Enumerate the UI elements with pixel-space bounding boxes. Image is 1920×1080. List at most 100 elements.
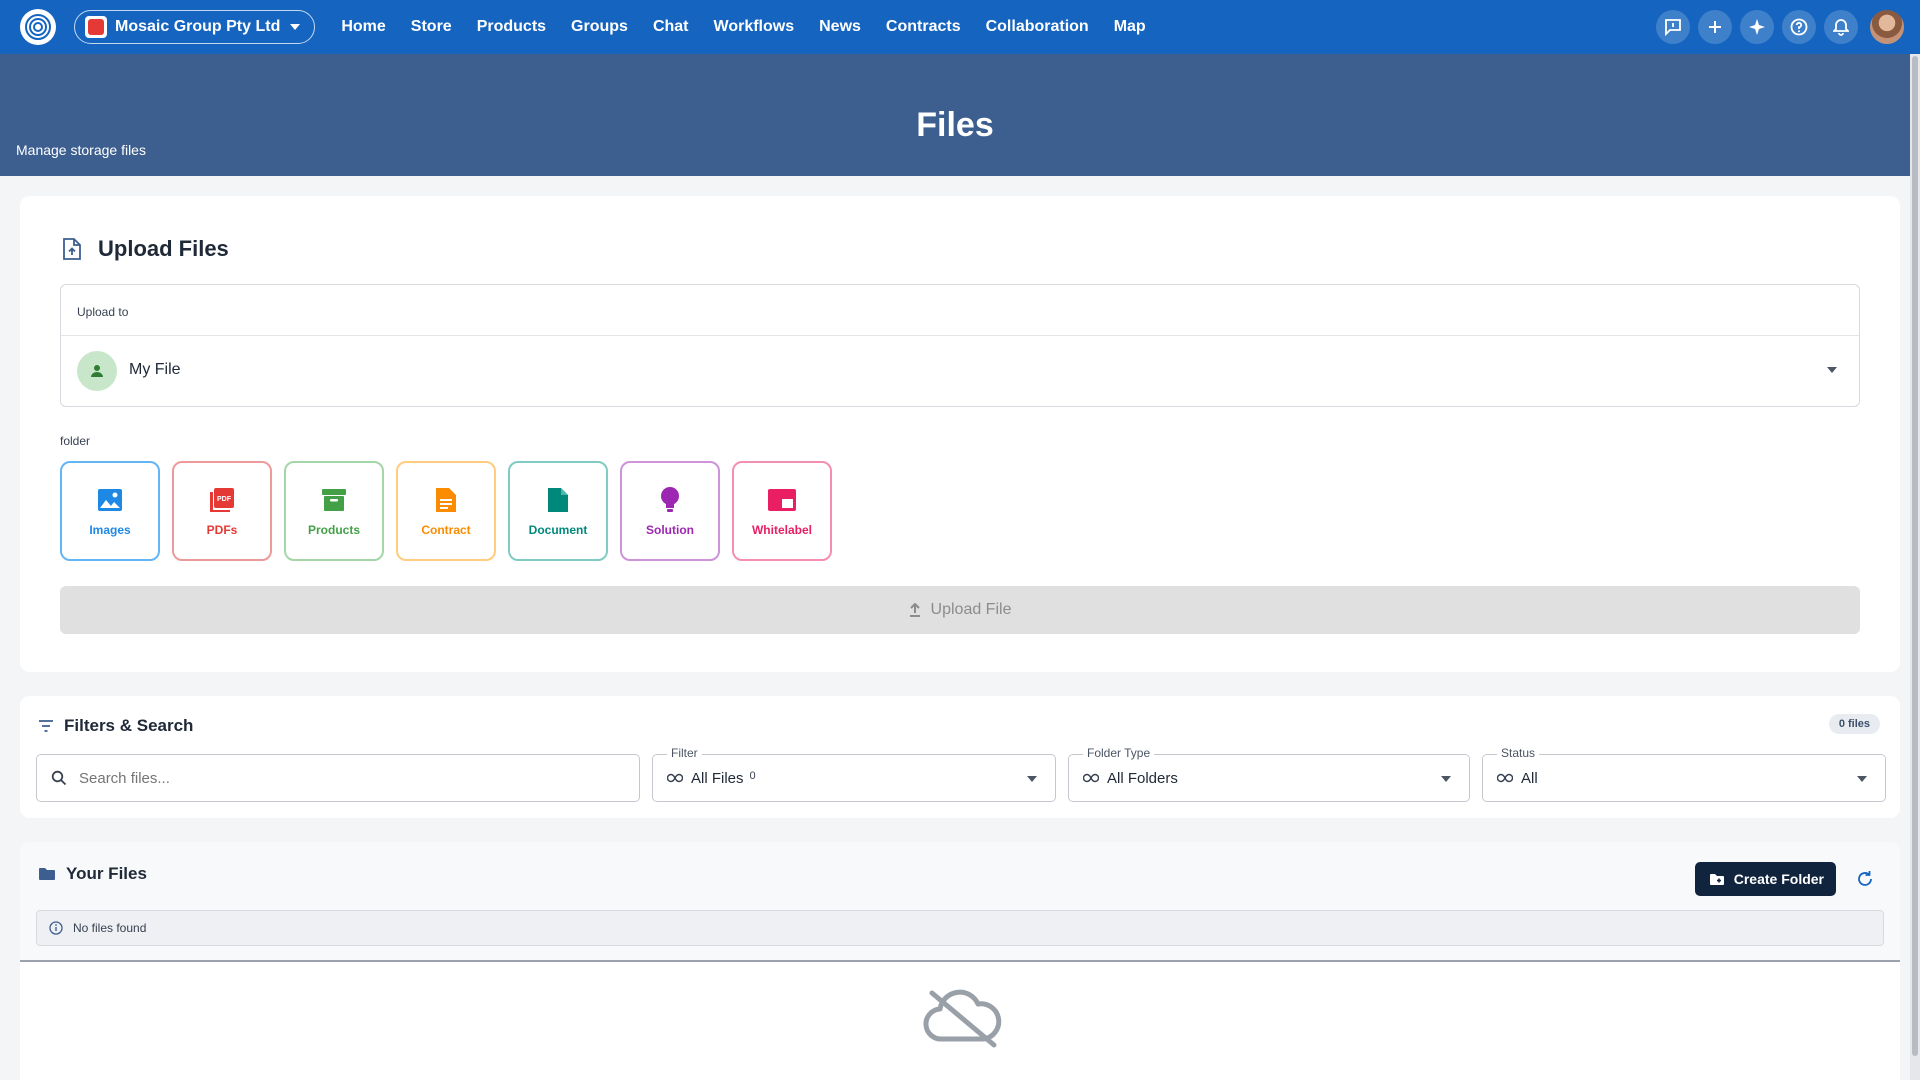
filters-card: Filters & Search 0 files Filter All File… [20, 696, 1900, 818]
help-icon[interactable] [1782, 10, 1816, 44]
nav-products[interactable]: Products [477, 18, 546, 36]
folder-label-text: Contract [421, 523, 471, 537]
user-icon [77, 351, 117, 391]
org-name: Mosaic Group Pty Ltd [115, 18, 281, 35]
create-folder-button[interactable]: Create Folder [1694, 862, 1836, 896]
upload-file-icon [63, 238, 81, 260]
branding-icon [767, 485, 797, 515]
archive-icon [319, 485, 349, 515]
org-badge-icon [85, 16, 107, 38]
folder-images[interactable]: Images [60, 461, 160, 561]
files-title-text: Your Files [66, 864, 147, 883]
folder-pdfs[interactable]: PDF PDFs [172, 461, 272, 561]
upload-destination-select[interactable]: Upload to My File [60, 284, 1860, 407]
sparkle-icon[interactable] [1740, 10, 1774, 44]
nav-map[interactable]: Map [1114, 18, 1146, 36]
filter-select-value: All Files [691, 769, 744, 787]
empty-state-message: No files found [73, 921, 147, 935]
divider [61, 335, 1859, 336]
upload-card: Upload Files Upload to My File folder Im… [20, 196, 1900, 672]
status-label: Status [1497, 746, 1540, 760]
files-title: Your Files [38, 864, 147, 884]
lightbulb-icon [655, 485, 685, 515]
folder-label-text: Document [528, 523, 588, 537]
folder-contract[interactable]: Contract [396, 461, 496, 561]
search-box[interactable] [36, 754, 640, 802]
refresh-icon[interactable] [1856, 870, 1874, 888]
nav-groups[interactable]: Groups [571, 18, 628, 36]
empty-state-alert: No files found [36, 910, 1884, 946]
folder-label-text: Products [307, 523, 360, 537]
page-title: Files [916, 106, 994, 144]
filters-title: Filters & Search [38, 716, 193, 736]
nav-actions [1648, 10, 1904, 44]
upload-file-button[interactable]: Upload File [60, 586, 1860, 634]
upload-button-label: Upload File [930, 601, 1012, 618]
infinity-icon [1083, 773, 1099, 783]
status-value: All [1521, 769, 1538, 787]
chevron-down-icon [290, 24, 301, 30]
plus-icon[interactable] [1698, 10, 1732, 44]
folder-label-text: Whitelabel [751, 523, 812, 537]
search-input[interactable] [79, 769, 599, 787]
folder-label-text: Solution [646, 523, 694, 537]
folder-icon [39, 868, 55, 880]
main-nav: Home Store Products Groups Chat Workflow… [341, 18, 1170, 36]
create-folder-label: Create Folder [1733, 871, 1824, 887]
folder-solution[interactable]: Solution [620, 461, 720, 561]
chevron-down-icon [1857, 776, 1867, 782]
app-logo[interactable] [20, 9, 56, 45]
page-header: Manage storage files Files [0, 54, 1910, 176]
nav-news[interactable]: News [819, 18, 861, 36]
bell-icon[interactable] [1824, 10, 1858, 44]
file-count-badge: 0 files [1828, 714, 1880, 734]
nav-store[interactable]: Store [411, 18, 452, 36]
files-card: Your Files Create Folder No files found [20, 842, 1900, 1080]
folder-type-label: Folder Type [1083, 746, 1155, 760]
folder-whitelabel[interactable]: Whitelabel [732, 461, 832, 561]
infinity-icon [1497, 773, 1513, 783]
folder-products[interactable]: Products [284, 461, 384, 561]
svg-text:PDF: PDF [217, 496, 232, 503]
logo-icon [25, 14, 51, 40]
document-text-icon [431, 485, 461, 515]
top-nav: Mosaic Group Pty Ltd Home Store Products… [0, 0, 1920, 54]
status-select[interactable]: Status All [1482, 746, 1886, 802]
pdf-icon: PDF [207, 485, 237, 515]
nav-contracts[interactable]: Contracts [886, 18, 961, 36]
search-icon [51, 770, 67, 786]
feedback-icon[interactable] [1656, 10, 1690, 44]
filter-select[interactable]: Filter All Files 0 [652, 746, 1056, 802]
nav-collaboration[interactable]: Collaboration [986, 18, 1089, 36]
chevron-down-icon [1441, 776, 1451, 782]
folder-type-picker: Images PDF PDFs Products Contract Docume… [60, 461, 844, 561]
files-header: Your Files Create Folder No files found [20, 842, 1900, 962]
scrollbar-thumb[interactable] [1912, 56, 1918, 1056]
cloud-off-icon [923, 989, 1002, 1048]
file-icon [543, 485, 573, 515]
filter-icon [39, 720, 53, 732]
page-scrollbar[interactable] [1910, 54, 1920, 1080]
org-switcher[interactable]: Mosaic Group Pty Ltd [74, 10, 316, 44]
user-avatar[interactable] [1870, 10, 1904, 44]
upload-title-text: Upload Files [98, 236, 229, 261]
upload-icon [909, 603, 920, 617]
nav-chat[interactable]: Chat [653, 18, 689, 36]
nav-workflows[interactable]: Workflows [714, 18, 795, 36]
divider [20, 960, 1900, 962]
folder-label-text: Images [89, 523, 131, 537]
upload-destination-value: My File [129, 361, 181, 378]
filter-select-label: Filter [667, 746, 702, 760]
image-icon [95, 485, 125, 515]
upload-section-title: Upload Files [62, 236, 229, 262]
folder-type-select[interactable]: Folder Type All Folders [1068, 746, 1470, 802]
chevron-down-icon [1827, 367, 1837, 373]
nav-home[interactable]: Home [341, 18, 385, 36]
folder-type-value: All Folders [1107, 769, 1178, 787]
folder-label-text: PDFs [206, 523, 238, 537]
info-icon [49, 921, 63, 935]
folder-document[interactable]: Document [508, 461, 608, 561]
filter-count: 0 [749, 770, 756, 782]
infinity-icon [667, 773, 683, 783]
filters-title-text: Filters & Search [64, 716, 194, 735]
